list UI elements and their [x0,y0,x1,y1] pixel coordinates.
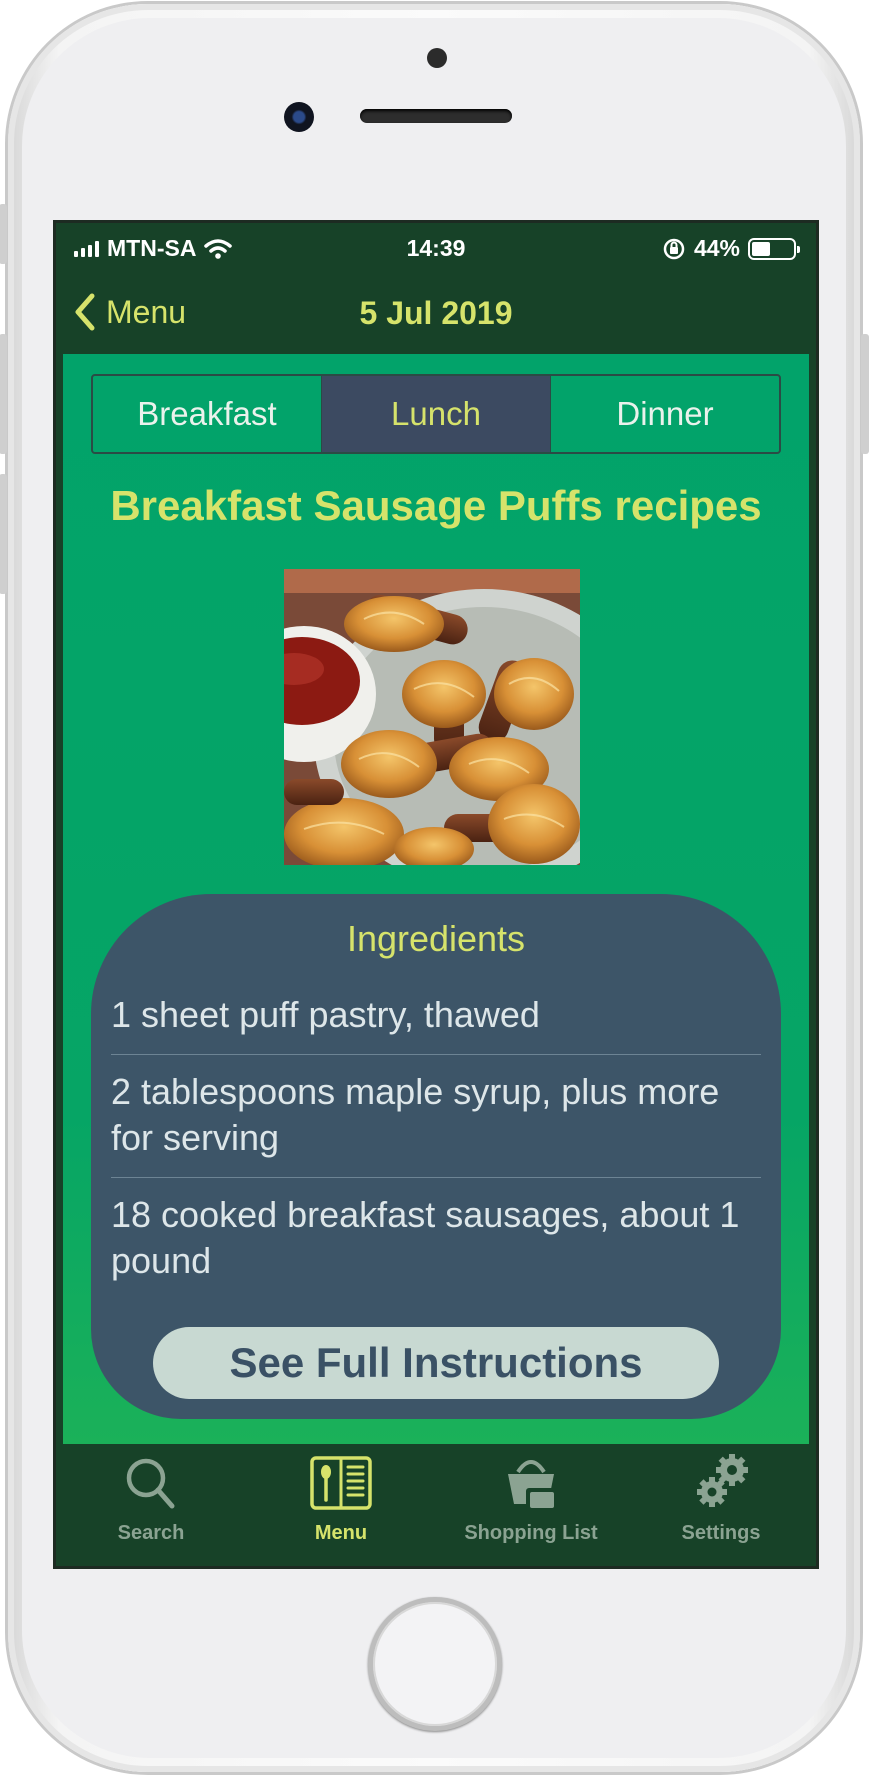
volume-up-button [0,334,7,454]
tab-label: Search [117,1522,185,1544]
proximity-sensor [427,48,447,68]
recipe-title: Breakfast Sausage Puffs recipes [110,482,762,529]
meal-segmented-control: Breakfast Lunch Dinner [91,374,781,454]
tab-bar: Search Menu Shopping List Settings [56,1444,816,1566]
battery-level [752,241,770,256]
status-right: 44% [662,235,800,262]
segment-lunch[interactable]: Lunch [321,376,550,452]
tab-menu[interactable]: Menu [246,1444,436,1566]
see-full-instructions-button[interactable]: See Full Instructions [153,1327,719,1399]
status-bar: MTN-SA 14:39 44% [56,223,816,273]
tab-search[interactable]: Search [56,1444,246,1566]
front-camera [284,102,314,132]
sausage-puffs-illustration [284,569,580,865]
tab-label: Settings [681,1522,761,1544]
battery-percent: 44% [693,235,740,261]
home-button[interactable] [368,1597,502,1731]
tab-settings[interactable]: Settings [626,1444,816,1566]
orientation-lock-icon [663,238,685,259]
gears-icon [697,1454,748,1507]
earpiece-speaker [360,109,512,123]
ingredient-item: 2 tablespoons maple syrup, plus more for… [111,1055,761,1178]
navigation-bar: Menu 5 Jul 2019 [56,273,816,353]
tab-shopping-list[interactable]: Shopping List [436,1444,626,1566]
ingredients-heading: Ingredients [346,918,526,959]
app-screen: MTN-SA 14:39 44% Menu 5 Jul 2019 Breakfa… [53,220,819,1569]
menu-book-icon [310,1456,372,1510]
volume-down-button [0,474,7,594]
mute-switch [0,204,7,264]
ingredients-card: Ingredients 1 sheet puff pastry, thawed … [91,894,781,1419]
ingredient-list: 1 sheet puff pastry, thawed 2 tablespoon… [111,978,761,1300]
shopping-basket-icon [508,1460,554,1508]
ingredient-item: 1 sheet puff pastry, thawed [111,978,761,1055]
recipe-content: Breakfast Lunch Dinner Breakfast Sausage… [63,354,809,1444]
ingredient-item: 18 cooked breakfast sausages, about 1 po… [111,1194,740,1281]
battery-icon [748,237,800,260]
recipe-photo [284,569,580,865]
tab-label: Shopping List [464,1522,598,1544]
segment-breakfast[interactable]: Breakfast [93,376,321,452]
page-title: 5 Jul 2019 [359,295,513,331]
tab-label: Menu [314,1522,368,1544]
segment-dinner[interactable]: Dinner [550,376,779,452]
search-icon [126,1458,175,1509]
power-button [861,334,869,454]
